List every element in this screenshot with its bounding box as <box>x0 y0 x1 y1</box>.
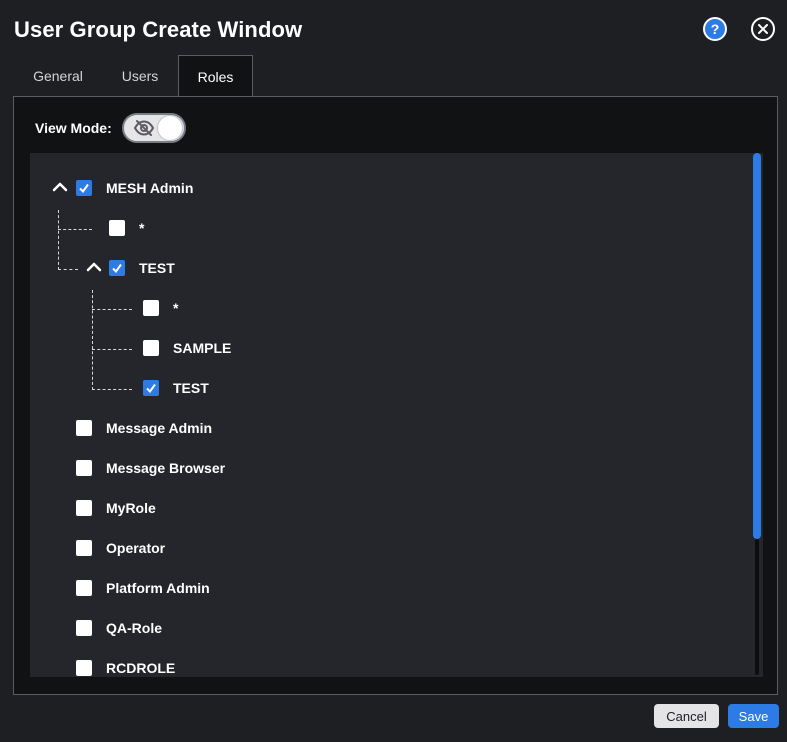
tree-node-message-browser[interactable]: Message Browser <box>76 458 225 478</box>
checkbox[interactable] <box>76 620 92 636</box>
tree-node-label: TEST <box>173 380 209 396</box>
tree-connector <box>92 290 93 390</box>
tree-node-label: Operator <box>106 540 166 556</box>
view-mode-label: View Mode: <box>35 120 112 136</box>
checkbox[interactable] <box>76 420 92 436</box>
tree-connector <box>58 210 59 270</box>
tree-node-star[interactable]: * <box>143 298 178 318</box>
tree-node-label: RCDROLE <box>106 660 176 676</box>
roles-panel: View Mode: MESH Admin * TEST * SAMPLE TE… <box>13 96 778 695</box>
tree-node-qa-role[interactable]: QA-Role <box>76 618 162 638</box>
tree-node-label: TEST <box>139 260 175 276</box>
cancel-button[interactable]: Cancel <box>654 704 719 728</box>
tree-node-label: Platform Admin <box>106 580 210 596</box>
tree-node-message-admin[interactable]: Message Admin <box>76 418 212 438</box>
tree-node-label: SAMPLE <box>173 340 232 356</box>
checkbox[interactable] <box>76 500 92 516</box>
scrollbar-rail <box>755 539 759 675</box>
tree-node-mesh-admin[interactable]: MESH Admin <box>76 178 193 198</box>
view-mode-toggle[interactable] <box>122 113 186 143</box>
tab-general[interactable]: General <box>20 55 96 97</box>
checkbox[interactable] <box>109 220 125 236</box>
tab-users[interactable]: Users <box>104 55 176 97</box>
role-tree: MESH Admin * TEST * SAMPLE TEST Message … <box>30 153 763 677</box>
tree-node-test[interactable]: TEST <box>109 258 175 278</box>
checkbox[interactable] <box>76 540 92 556</box>
tree-node-rcdrole[interactable]: RCDROLE <box>76 658 175 677</box>
tree-node-label: * <box>139 220 145 236</box>
tree-node-sample[interactable]: SAMPLE <box>143 338 231 358</box>
chevron-up-icon[interactable] <box>52 182 68 192</box>
tree-node-label: MyRole <box>106 500 156 516</box>
scrollbar-thumb[interactable] <box>753 153 761 539</box>
eye-slash-icon <box>133 120 155 136</box>
chevron-up-icon[interactable] <box>86 262 102 272</box>
tree-connector <box>92 309 132 310</box>
tree-node-label: * <box>173 300 179 316</box>
checkbox[interactable] <box>76 580 92 596</box>
tree-connector <box>92 389 132 390</box>
checkbox[interactable] <box>76 660 92 676</box>
tree-connector <box>58 269 78 270</box>
checkbox[interactable] <box>76 460 92 476</box>
save-button[interactable]: Save <box>728 704 779 728</box>
tree-node-label: MESH Admin <box>106 180 194 196</box>
checkbox[interactable] <box>143 380 159 396</box>
checkbox[interactable] <box>143 300 159 316</box>
tree-node-platform-admin[interactable]: Platform Admin <box>76 578 210 598</box>
checkbox[interactable] <box>143 340 159 356</box>
window-title: User Group Create Window <box>14 17 303 42</box>
tree-node-star[interactable]: * <box>109 218 144 238</box>
question-circle-icon: ? <box>710 21 720 37</box>
tab-roles[interactable]: Roles <box>178 55 253 98</box>
checkbox[interactable] <box>109 260 125 276</box>
toggle-knob <box>158 116 182 140</box>
tree-node-label: Message Browser <box>106 460 226 476</box>
check-icon <box>146 383 156 394</box>
close-circle-icon <box>758 24 768 34</box>
tree-node-label: Message Admin <box>106 420 213 436</box>
tree-node-label: QA-Role <box>106 620 162 636</box>
check-icon <box>79 183 89 194</box>
tree-node-operator[interactable]: Operator <box>76 538 165 558</box>
tree-connector <box>58 229 92 230</box>
tree-connector <box>92 349 132 350</box>
check-icon <box>112 263 122 274</box>
checkbox[interactable] <box>76 180 92 196</box>
tree-node-test[interactable]: TEST <box>143 378 209 398</box>
help-button[interactable]: ? <box>703 17 727 41</box>
close-button[interactable] <box>751 17 775 41</box>
tree-node-myrole[interactable]: MyRole <box>76 498 156 518</box>
